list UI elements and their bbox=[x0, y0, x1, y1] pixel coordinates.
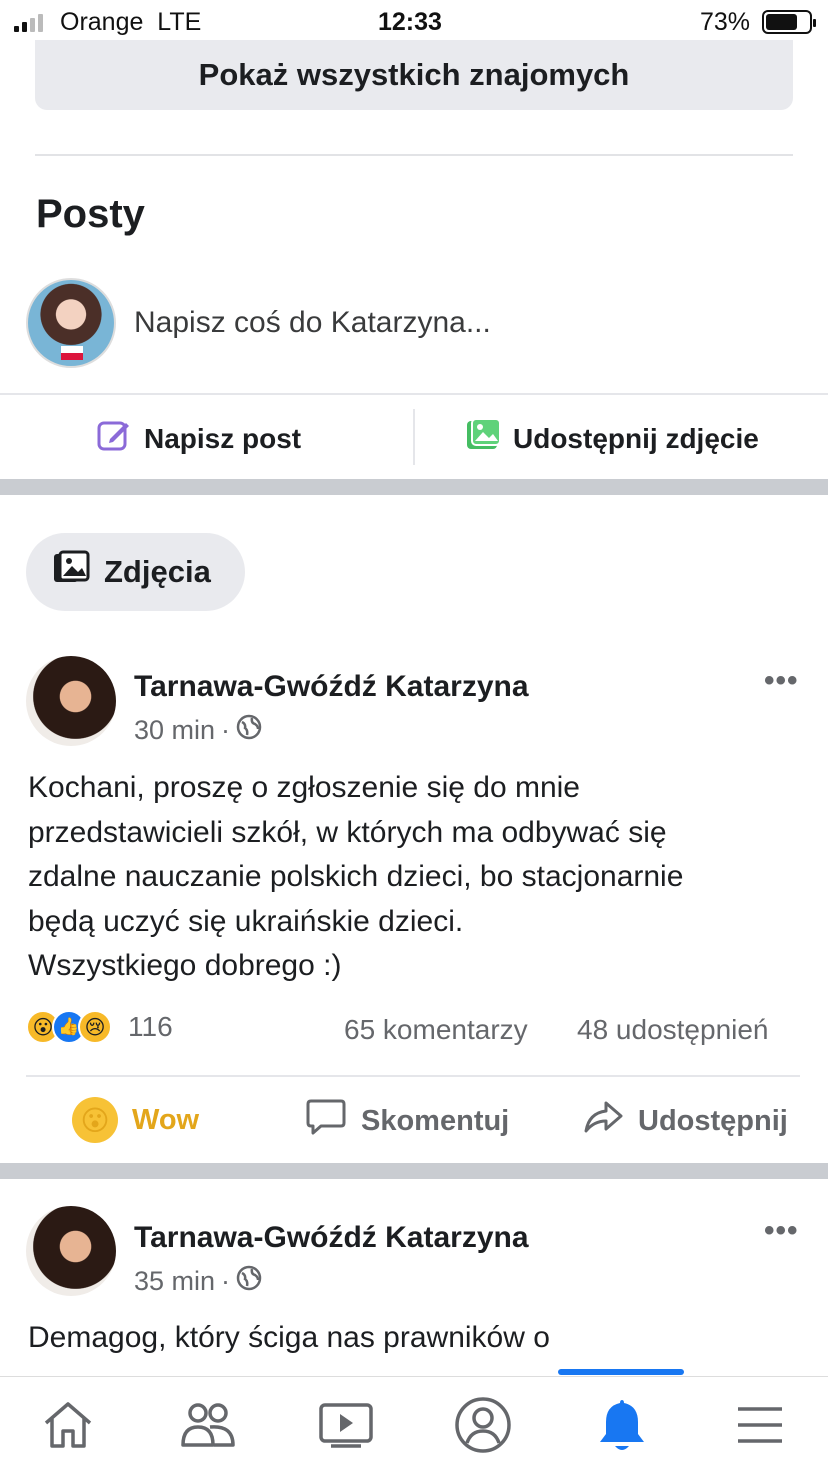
post-time[interactable]: 30 min bbox=[134, 715, 215, 746]
status-bar: Orange LTE 12:33 73% bbox=[0, 0, 828, 44]
post-text-line: przedstawicieli szkół, w których ma odby… bbox=[28, 815, 667, 849]
post-author[interactable]: Tarnawa-Gwóźdź Katarzyna bbox=[134, 1221, 529, 1255]
section-separator bbox=[0, 1163, 828, 1179]
post-text-line: Demagog, który ściga nas prawników o bbox=[28, 1321, 550, 1354]
more-options-icon[interactable]: ••• bbox=[764, 1214, 799, 1248]
bell-icon bbox=[596, 1396, 648, 1459]
wow-icon: 😮 bbox=[72, 1097, 118, 1143]
post-text-line: zdalne nauczanie polskich dzieci, bo sta… bbox=[28, 860, 684, 893]
tab-profile[interactable] bbox=[451, 1395, 515, 1459]
write-post-label: Napisz post bbox=[144, 422, 302, 454]
comments-count[interactable]: 65 komentarzy bbox=[344, 1014, 528, 1046]
menu-icon bbox=[734, 1401, 786, 1454]
meta-separator: · bbox=[221, 715, 231, 745]
show-all-friends-button[interactable]: Pokaż wszystkich znajomych bbox=[35, 40, 793, 110]
tab-menu[interactable] bbox=[728, 1395, 792, 1459]
video-icon bbox=[317, 1399, 375, 1456]
share-label: Udostępnij bbox=[638, 1104, 788, 1137]
flag-icon bbox=[61, 346, 83, 360]
share-photo-label: Udostępnij zdjęcie bbox=[513, 422, 759, 454]
wow-label: Wow bbox=[132, 1103, 200, 1136]
comment-label: Skomentuj bbox=[361, 1104, 510, 1137]
post-author[interactable]: Tarnawa-Gwóźdź Katarzyna bbox=[134, 670, 529, 704]
avatar[interactable] bbox=[26, 1206, 116, 1296]
reactions-summary[interactable]: 😮 👍 😢 116 bbox=[26, 1010, 173, 1044]
globe-icon bbox=[236, 714, 262, 747]
tab-notifications[interactable] bbox=[590, 1395, 654, 1459]
composer-actions: Napisz post Udostępnij zdjęcie bbox=[0, 393, 828, 479]
post-time[interactable]: 35 min bbox=[134, 1266, 215, 1297]
photo-icon bbox=[465, 417, 501, 460]
post-meta: 30 min · bbox=[134, 714, 262, 747]
comment-button[interactable]: Skomentuj bbox=[305, 1097, 509, 1145]
meta-separator: · bbox=[221, 1266, 231, 1296]
photos-button[interactable]: Zdjęcia bbox=[26, 533, 245, 611]
comment-icon bbox=[305, 1097, 347, 1145]
post-meta: 35 min · bbox=[134, 1265, 262, 1298]
post-text-line: Kochani, proszę o zgłoszenie się do mnie bbox=[28, 771, 580, 804]
divider bbox=[413, 409, 415, 465]
divider bbox=[35, 154, 793, 156]
avatar[interactable] bbox=[26, 656, 116, 746]
friends-icon bbox=[178, 1399, 238, 1456]
divider bbox=[26, 1075, 800, 1077]
tab-video[interactable] bbox=[314, 1395, 378, 1459]
globe-icon bbox=[236, 1265, 262, 1298]
wow-button[interactable]: 😮 Wow bbox=[72, 1097, 199, 1143]
write-post-button[interactable]: Napisz post bbox=[96, 417, 301, 460]
post-body: Demagog, który ściga nas prawników o bbox=[28, 1316, 808, 1361]
battery-fill bbox=[766, 14, 797, 30]
tab-home[interactable] bbox=[36, 1395, 100, 1459]
profile-icon bbox=[454, 1396, 512, 1459]
reaction-count: 116 bbox=[128, 1011, 173, 1042]
share-icon bbox=[582, 1097, 624, 1145]
composer-input[interactable]: Napisz coś do Katarzyna... bbox=[134, 306, 491, 340]
carrier-label: Orange LTE bbox=[60, 8, 202, 36]
post-text-line: Wszystkiego dobrego :) bbox=[28, 949, 342, 982]
posts-section-title: Posty bbox=[36, 192, 145, 236]
more-options-icon[interactable]: ••• bbox=[764, 664, 799, 698]
signal-icon bbox=[14, 14, 43, 32]
photo-album-icon bbox=[52, 550, 90, 594]
battery-percent: 73% bbox=[700, 8, 751, 36]
clock: 12:33 bbox=[378, 8, 442, 36]
avatar[interactable] bbox=[26, 278, 116, 368]
tab-friends[interactable] bbox=[176, 1395, 240, 1459]
post-actions: 😮 Wow Skomentuj Udostępnij bbox=[0, 1075, 828, 1165]
section-separator bbox=[0, 479, 828, 495]
battery-icon bbox=[762, 10, 816, 34]
share-button[interactable]: Udostępnij bbox=[582, 1097, 788, 1145]
post-text-line: będą uczyć się ukraińskie dzieci. bbox=[28, 904, 464, 938]
active-tab-indicator bbox=[558, 1369, 684, 1375]
post-body: Kochani, proszę o zgłoszenie się do mnie… bbox=[28, 766, 808, 989]
home-icon bbox=[40, 1399, 96, 1456]
share-photo-button[interactable]: Udostępnij zdjęcie bbox=[465, 417, 759, 460]
photos-label: Zdjęcia bbox=[104, 554, 211, 589]
sad-reaction-icon: 😢 bbox=[78, 1010, 112, 1044]
bottom-tab-bar bbox=[0, 1369, 828, 1474]
shares-count[interactable]: 48 udostępnień bbox=[577, 1014, 769, 1046]
edit-icon bbox=[96, 417, 132, 460]
